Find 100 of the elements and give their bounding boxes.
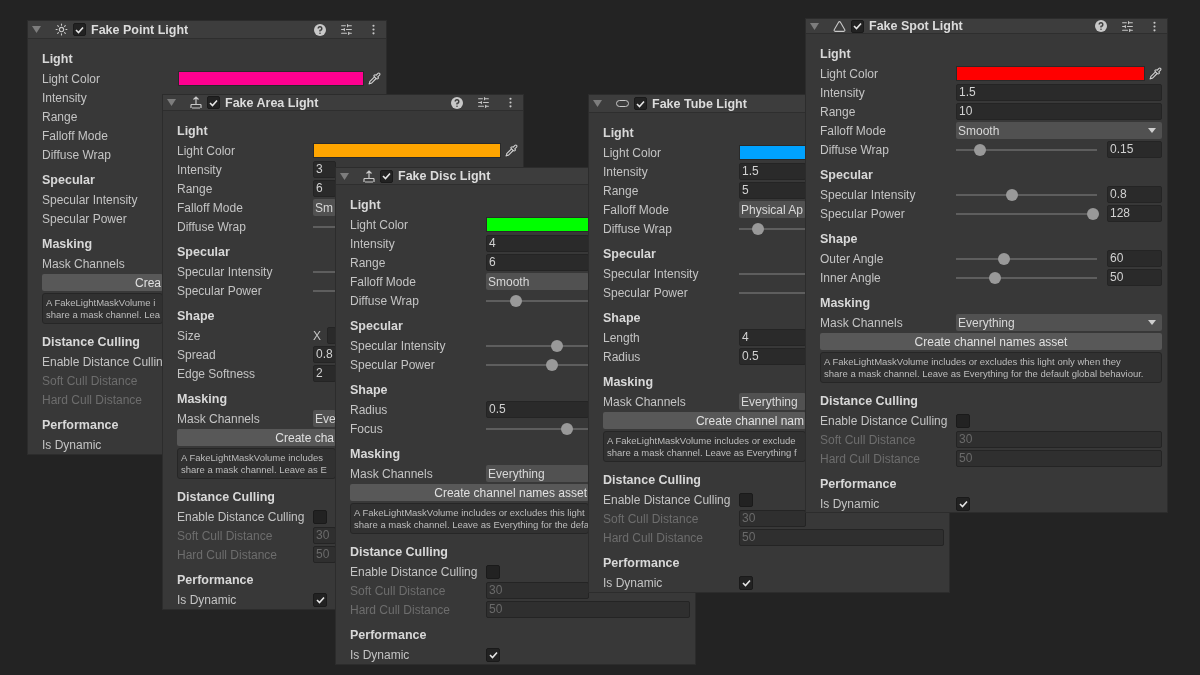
field-label: Range [603,183,640,198]
field-label: Specular Intensity [42,192,139,207]
sliders-icon[interactable] [1121,19,1134,33]
eyedropper-icon[interactable] [1149,67,1162,80]
help-box: A FakeLightMaskVolume includes or excludes this light share a mask channel. Leave as Everything for the defa [350,503,589,534]
enable-checkbox[interactable] [73,23,86,36]
section-title: Specular [603,246,656,263]
field-label: Focus [350,421,384,436]
section-title: Specular [42,172,95,189]
field-label: Specular Power [177,283,263,298]
slider-thumb[interactable] [1086,207,1099,220]
field-label: Specular Power [350,357,436,372]
dropdown[interactable]: Eve [313,410,336,427]
color-swatch[interactable] [178,71,364,86]
checkbox[interactable] [486,647,500,662]
slider-thumb[interactable] [509,294,522,307]
triangle-icon [833,19,846,33]
field-label: Mask Channels [603,394,687,409]
number-field[interactable]: 5 [739,182,806,199]
checkbox[interactable] [956,413,970,428]
checkmark-icon [958,499,968,508]
checkbox[interactable] [486,564,500,579]
number-field[interactable]: 128 [1107,205,1162,222]
dropdown[interactable]: Smooth [486,273,589,290]
checkbox[interactable] [739,492,753,507]
slider-thumb[interactable] [551,339,564,352]
dropdown[interactable]: Smooth [956,122,1162,139]
number-field[interactable]: 50 [1107,269,1162,286]
enable-checkbox[interactable] [380,169,393,183]
number-field[interactable]: 0.5 [486,401,589,418]
checkbox[interactable] [313,509,327,524]
field-label: Edge Softness [177,366,257,381]
number-field[interactable]: 0.5 [739,348,806,365]
field-label: Intensity [603,164,649,179]
enable-checkbox[interactable] [851,19,864,33]
color-swatch[interactable] [956,66,1145,81]
field-label: Intensity [350,236,396,251]
number-field[interactable]: 10 [956,103,1162,120]
collapse-caret-icon[interactable] [167,99,176,106]
dropdown[interactable]: Physical Ap [739,201,806,218]
dropdown[interactable]: Everything [956,314,1162,331]
slider-thumb[interactable] [751,222,764,235]
sliders-icon[interactable] [477,96,490,109]
create-asset-button[interactable]: Crea [42,274,163,291]
number-field[interactable]: 3 [313,161,336,178]
field-label: Specular Intensity [820,187,917,202]
number-field[interactable]: 0.8 [313,346,336,363]
number-field[interactable]: 60 [1107,250,1162,267]
color-swatch[interactable] [739,145,806,160]
slider-thumb[interactable] [997,252,1010,265]
number-field[interactable]: 2 [313,365,336,382]
slider-thumb[interactable] [989,271,1002,284]
help-icon[interactable] [314,23,326,36]
collapse-caret-icon[interactable] [32,26,41,33]
collapse-caret-icon[interactable] [593,100,602,107]
help-box: A FakeLightMaskVolume includes or excludes this light only when they share a mask channel. Leave as Everything for the default global behaviour. [820,352,1162,383]
dropdown[interactable]: Everything [486,465,589,482]
checkbox[interactable] [739,575,753,590]
field-label: Mask Channels [820,315,904,330]
slider-thumb[interactable] [973,143,986,156]
number-field[interactable]: 1.5 [956,84,1162,101]
number-field[interactable]: 0.8 [1107,186,1162,203]
collapse-caret-icon[interactable] [810,22,819,30]
create-asset-button[interactable]: Create cha [177,429,336,446]
section-title: Performance [177,572,254,589]
section-title: Specular [177,244,230,261]
slider-thumb[interactable] [545,358,558,371]
number-field[interactable]: 6 [486,254,589,271]
number-field[interactable]: 4 [486,235,589,252]
dropdown[interactable]: Sm [313,199,336,216]
dropdown-arrow-icon [1148,320,1156,325]
number-field[interactable]: 0.15 [1107,141,1162,158]
create-asset-button[interactable]: Create channel names asset [350,484,589,501]
section-title: Performance [350,627,427,644]
slider-thumb[interactable] [561,422,574,435]
collapse-caret-icon[interactable] [340,172,349,180]
number-field[interactable]: 1.5 [739,163,806,180]
section-title: Light [603,125,634,142]
dropdown[interactable]: Everything [739,393,806,410]
create-asset-button[interactable]: Create channel nam [603,412,806,429]
enable-checkbox[interactable] [207,96,220,109]
field-label: Length [603,330,641,345]
create-asset-button[interactable]: Create channel names asset [820,333,1162,350]
color-swatch[interactable] [486,217,589,232]
section-title: Distance Culling [177,489,275,506]
color-swatch[interactable] [313,143,501,158]
help-icon[interactable] [1095,20,1107,32]
slider-thumb[interactable] [1006,188,1019,201]
number-field[interactable]: 4 [739,329,806,346]
help-icon[interactable] [451,96,463,109]
eyedropper-icon[interactable] [368,72,381,85]
sliders-icon[interactable] [340,23,353,36]
field-label: Light Color [177,143,237,158]
panel-title: Fake Tube Light [652,96,747,111]
checkbox[interactable] [313,592,327,607]
number-field[interactable]: 6 [313,180,336,197]
eyedropper-icon[interactable] [505,144,518,157]
enable-checkbox[interactable] [634,97,647,110]
checkbox[interactable] [956,496,970,511]
help-box: A FakeLightMaskVolume includes share a mask channel. Leave as E [177,448,336,479]
